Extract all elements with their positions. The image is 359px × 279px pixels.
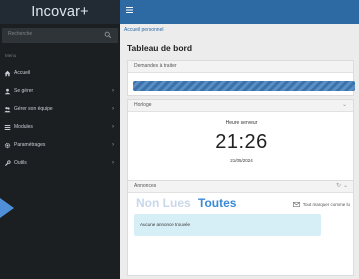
mark-all-read-label: Tout marquer comme lu: [302, 202, 350, 207]
sidebar-item-label: Gérer son équipe: [14, 106, 53, 112]
panel-header: Demandes à traiter: [128, 61, 353, 73]
chevron-right-icon: ›: [112, 88, 114, 94]
sidebar-item-parametrages[interactable]: Paramétrages ›: [0, 136, 120, 154]
panel-header: Horloge ⌄: [128, 100, 353, 112]
panel-tools: ↻ ⌄: [336, 181, 348, 192]
sidebar-item-label: Accueil: [14, 70, 31, 76]
sidebar-item-se-gerer[interactable]: Se gérer ›: [0, 82, 120, 100]
search-placeholder: Recherche: [8, 31, 33, 37]
sidebar-item-label: Outils: [14, 160, 27, 166]
wrench-icon: [4, 159, 11, 167]
search-icon[interactable]: [104, 31, 112, 39]
panel-demandes: Demandes à traiter: [127, 60, 355, 96]
refresh-icon[interactable]: ↻: [336, 181, 341, 192]
top-bar: [120, 0, 359, 24]
list-icon: [4, 124, 11, 131]
hamburger-menu-icon[interactable]: [126, 7, 133, 13]
clock-date: 21/05/2024: [230, 158, 253, 163]
panel-title: Horloge: [134, 102, 152, 108]
annonces-tabs: Non Lues Toutes: [136, 196, 236, 210]
collapse-icon[interactable]: ⌄: [342, 100, 347, 111]
collapse-icon[interactable]: ⌄: [343, 181, 348, 192]
gear-icon: [4, 142, 11, 149]
breadcrumb[interactable]: Accueil personnel: [124, 27, 163, 33]
progress-bar: [133, 81, 355, 91]
empty-message: Aucune annonce trouvée: [134, 214, 321, 236]
panel-annonces: Annonces ↻ ⌄ Non Lues Toutes Tout marque…: [127, 180, 354, 276]
tab-toutes[interactable]: Toutes: [198, 196, 236, 210]
home-icon: [4, 70, 11, 77]
search-input[interactable]: Recherche: [2, 28, 118, 43]
sidebar: Incovar+ Recherche Menu Accueil Se gérer…: [0, 0, 120, 279]
panel-header: Annonces ↻ ⌄: [128, 181, 353, 193]
main-content: Accueil personnel Tableau de bord Demand…: [120, 24, 359, 279]
mark-all-read-button[interactable]: Tout marquer comme lu: [292, 202, 350, 207]
chevron-right-icon: ›: [112, 160, 114, 166]
panel-title: Demandes à traiter: [134, 63, 177, 69]
sidebar-item-gerer-son-equipe[interactable]: Gérer son équipe ›: [0, 100, 120, 118]
user-icon: [4, 88, 11, 95]
envelope-icon: [292, 202, 300, 207]
tab-non-lues[interactable]: Non Lues: [136, 196, 191, 210]
menu-label: Menu: [5, 53, 17, 58]
decorative-arrow-icon: [0, 198, 14, 218]
chevron-right-icon: ›: [112, 142, 114, 148]
sidebar-item-outils[interactable]: Outils ›: [0, 154, 120, 172]
sidebar-item-modules[interactable]: Modules ›: [0, 118, 120, 136]
chevron-right-icon: ›: [112, 124, 114, 130]
brand-logo[interactable]: Incovar+: [0, 0, 120, 24]
sidebar-item-label: Paramétrages: [14, 142, 46, 148]
sidebar-item-label: Modules: [14, 124, 33, 130]
sidebar-item-label: Se gérer: [14, 88, 34, 94]
clock-label: Heure serveur: [225, 120, 258, 126]
team-icon: [4, 106, 11, 113]
panel-horloge: Horloge ⌄ Heure serveur 21:26 21/05/2024: [127, 99, 354, 183]
page-title: Tableau de bord: [127, 43, 193, 53]
panel-title: Annonces: [134, 183, 157, 189]
clock-time: 21:26: [215, 131, 268, 153]
sidebar-menu: Accueil Se gérer › Gérer son équipe › Mo…: [0, 64, 120, 172]
chevron-right-icon: ›: [112, 106, 114, 112]
sidebar-item-accueil[interactable]: Accueil: [0, 64, 120, 82]
